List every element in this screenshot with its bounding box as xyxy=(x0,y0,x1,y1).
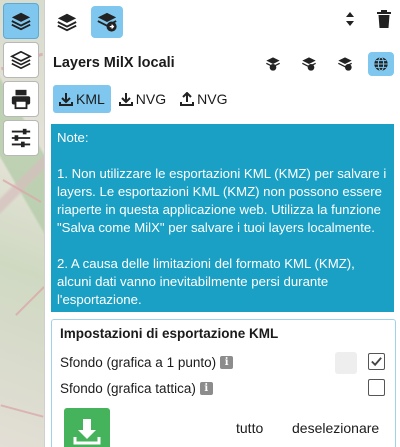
layers-icon xyxy=(11,12,31,31)
deselect-all-link[interactable]: deselezionare xyxy=(292,420,379,436)
sliders-icon xyxy=(11,128,31,148)
delete-button[interactable] xyxy=(376,10,392,33)
layers-outline-toolbar-button[interactable] xyxy=(3,42,39,78)
note-heading: Note: xyxy=(57,130,89,145)
export-layers-button-2[interactable] xyxy=(296,52,322,76)
note-paragraph-2: 2. A causa delle limitazioni del formato… xyxy=(57,256,355,307)
layers-export-icon xyxy=(302,57,316,71)
layers-panel: Layers MilX locali KML NVG NVG Note: 1. … xyxy=(44,0,400,447)
note-paragraph-1: 1. Non utilizzare le esportazioni KML (K… xyxy=(57,166,387,235)
format-label: NVG xyxy=(135,91,167,107)
background-point-row: Sfondo (grafica a 1 punto) i xyxy=(60,350,387,374)
settings-actions: tutto deselezionare xyxy=(60,408,387,447)
layers-export-icon xyxy=(266,57,280,71)
background-tactical-checkbox[interactable] xyxy=(368,379,385,396)
format-selector: KML NVG NVG xyxy=(45,82,400,116)
globe-icon xyxy=(374,56,388,72)
sort-icon xyxy=(346,12,354,26)
download-icon xyxy=(118,93,133,106)
print-toolbar-button[interactable] xyxy=(3,81,39,117)
export-settings: Impostazioni di esportazione KML Sfondo … xyxy=(51,319,396,447)
info-icon[interactable]: i xyxy=(220,355,234,369)
settings-toolbar-button[interactable] xyxy=(3,120,39,156)
format-nvg-download-button[interactable]: NVG xyxy=(113,85,172,113)
format-label: KML xyxy=(76,91,105,107)
format-nvg-upload-button[interactable]: NVG xyxy=(174,85,233,113)
background-point-label: Sfondo (grafica a 1 punto) xyxy=(60,354,217,370)
panel-title-row: Layers MilX locali xyxy=(45,44,400,82)
checkmark-icon xyxy=(371,357,382,367)
background-point-checkbox[interactable] xyxy=(368,353,385,370)
settings-title: Impostazioni di esportazione KML xyxy=(60,326,279,341)
layers-export-icon xyxy=(97,12,117,32)
download-button[interactable] xyxy=(64,408,110,447)
export-layers-button-1[interactable] xyxy=(260,52,286,76)
format-label: NVG xyxy=(197,91,228,107)
panel-topbar xyxy=(45,0,400,44)
print-icon xyxy=(11,89,31,110)
background-tactical-label: Sfondo (grafica tattica) xyxy=(60,380,196,396)
tab-layers[interactable] xyxy=(51,6,83,38)
note-box: Note: 1. Non utilizzare le esportazioni … xyxy=(51,124,394,312)
download-icon xyxy=(59,93,73,106)
select-all-link[interactable]: tutto xyxy=(236,420,263,436)
color-swatch[interactable] xyxy=(335,352,357,374)
export-layers-button-3[interactable] xyxy=(332,52,358,76)
layers-toolbar-button[interactable] xyxy=(3,3,39,39)
layers-icon xyxy=(57,13,77,32)
globe-export-button[interactable] xyxy=(368,52,394,76)
upload-icon xyxy=(180,92,195,106)
sort-button[interactable] xyxy=(342,10,358,33)
format-kml-button[interactable]: KML xyxy=(53,85,111,113)
page-title: Layers MilX locali xyxy=(53,55,175,71)
layers-export-icon xyxy=(338,57,352,71)
info-icon[interactable]: i xyxy=(199,381,213,395)
trash-icon xyxy=(377,10,391,28)
download-icon xyxy=(73,419,101,445)
tab-export[interactable] xyxy=(91,6,123,38)
background-tactical-row: Sfondo (grafica tattica) i xyxy=(60,376,387,400)
layers-outline-icon xyxy=(10,50,32,70)
